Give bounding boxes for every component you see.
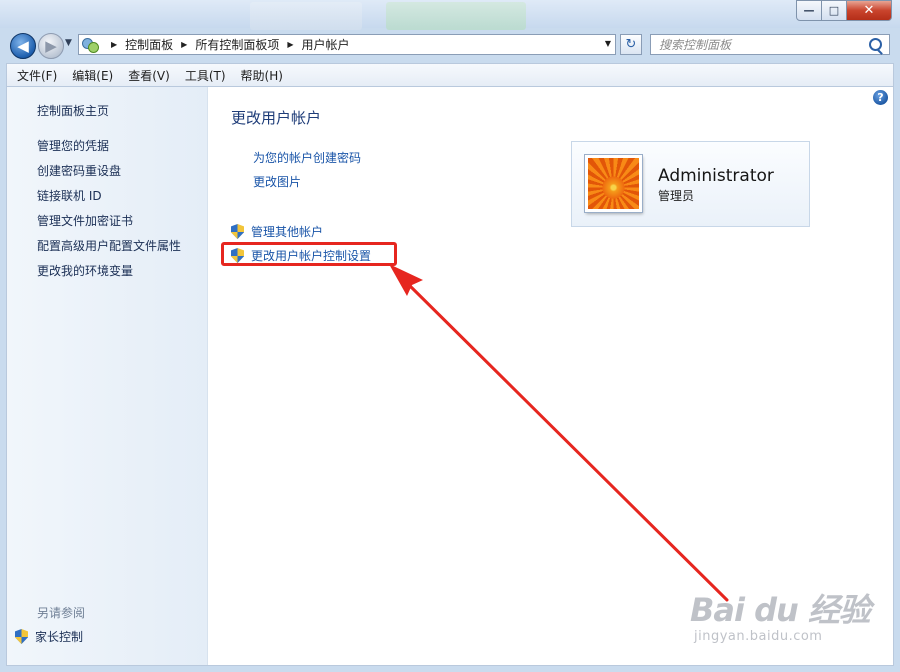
task-label: 管理其他帐户 bbox=[251, 225, 324, 239]
address-bar[interactable]: ▶ 控制面板 ▶ 所有控制面板项 ▶ 用户帐户 ▼ bbox=[78, 34, 616, 55]
sidebar-item-link-online-id[interactable]: 链接联机 ID bbox=[37, 187, 102, 204]
sidebar-item-advanced-profile-properties[interactable]: 配置高级用户配置文件属性 bbox=[37, 237, 181, 254]
menu-bar: 文件(F) 编辑(E) 查看(V) 工具(T) 帮助(H) bbox=[6, 63, 894, 87]
change-picture-link[interactable]: 更改图片 bbox=[253, 173, 301, 190]
user-role: 管理员 bbox=[658, 189, 695, 203]
menu-help[interactable]: 帮助(H) bbox=[236, 67, 288, 84]
maximize-button[interactable]: □ bbox=[822, 0, 847, 21]
background-blur-bar bbox=[250, 2, 362, 30]
breadcrumb-item-control-panel[interactable]: 控制面板 bbox=[125, 36, 173, 53]
sidebar-item-manage-credentials[interactable]: 管理您的凭据 bbox=[37, 137, 109, 154]
control-panel-icon bbox=[82, 37, 99, 53]
search-input[interactable] bbox=[657, 36, 871, 53]
content-area: 控制面板主页 管理您的凭据 创建密码重设盘 链接联机 ID 管理文件加密证书 配… bbox=[6, 87, 894, 666]
create-password-link[interactable]: 为您的帐户创建密码 bbox=[253, 149, 361, 166]
user-name: Administrator bbox=[658, 166, 774, 186]
uac-shield-icon bbox=[15, 629, 28, 644]
title-bar: — □ ✕ bbox=[0, 0, 900, 30]
close-button[interactable]: ✕ bbox=[847, 0, 892, 21]
search-box bbox=[650, 34, 890, 55]
background-blur-bar bbox=[386, 2, 526, 30]
watermark-url: jingyan.baidu.com bbox=[694, 629, 823, 644]
menu-tools[interactable]: 工具(T) bbox=[180, 67, 231, 84]
breadcrumb-separator-icon[interactable]: ▶ bbox=[181, 40, 187, 49]
page-title: 更改用户帐户 bbox=[231, 109, 322, 127]
back-button[interactable]: ◀ bbox=[10, 33, 36, 59]
window-controls: — □ ✕ bbox=[796, 0, 892, 21]
manage-other-accounts-link[interactable]: 管理其他帐户 bbox=[231, 223, 323, 240]
task-sidebar: 控制面板主页 管理您的凭据 创建密码重设盘 链接联机 ID 管理文件加密证书 配… bbox=[7, 87, 208, 665]
menu-view[interactable]: 查看(V) bbox=[123, 67, 175, 84]
address-dropdown-icon[interactable]: ▼ bbox=[605, 39, 611, 48]
user-account-card: Administrator 管理员 bbox=[571, 141, 810, 227]
uac-shield-icon bbox=[231, 224, 244, 239]
recent-pages-button[interactable]: ▼ bbox=[65, 38, 72, 48]
sidebar-item-environment-variables[interactable]: 更改我的环境变量 bbox=[37, 262, 133, 279]
search-icon[interactable] bbox=[869, 38, 882, 51]
navigation-bar: ◀ ▶ ▼ ▶ 控制面板 ▶ 所有控制面板项 ▶ 用户帐户 ▼ ↻ bbox=[0, 30, 900, 60]
breadcrumb-item-all-items[interactable]: 所有控制面板项 bbox=[195, 36, 279, 53]
minimize-button[interactable]: — bbox=[796, 0, 822, 21]
see-also-heading: 另请参阅 bbox=[37, 606, 86, 620]
control-panel-window: — □ ✕ ◀ ▶ ▼ ▶ 控制面板 ▶ 所有控制面板项 ▶ 用户帐户 ▼ ↻ … bbox=[0, 0, 900, 672]
sidebar-item-encryption-certificates[interactable]: 管理文件加密证书 bbox=[37, 212, 133, 229]
sidebar-item-control-panel-home[interactable]: 控制面板主页 bbox=[37, 102, 109, 119]
baidu-jingyan-watermark: Bai du 经验 jingyan.baidu.com bbox=[690, 585, 871, 644]
sidebar-item-password-reset-disk[interactable]: 创建密码重设盘 bbox=[37, 162, 121, 179]
breadcrumb-separator-icon[interactable]: ▶ bbox=[287, 40, 293, 49]
help-icon[interactable]: ? bbox=[873, 90, 888, 105]
menu-file[interactable]: 文件(F) bbox=[12, 67, 62, 84]
breadcrumb-separator-icon[interactable]: ▶ bbox=[111, 40, 117, 49]
sidebar-item-label: 家长控制 bbox=[35, 630, 84, 644]
sidebar-item-parental-controls[interactable]: 家长控制 bbox=[15, 628, 83, 645]
breadcrumb-item-user-accounts[interactable]: 用户帐户 bbox=[302, 36, 350, 53]
user-avatar[interactable] bbox=[585, 155, 642, 212]
annotation-highlight-box bbox=[221, 242, 397, 266]
watermark-logo: Bai du 经验 bbox=[690, 591, 871, 629]
forward-button[interactable]: ▶ bbox=[38, 33, 64, 59]
refresh-button[interactable]: ↻ bbox=[620, 34, 642, 55]
menu-edit[interactable]: 编辑(E) bbox=[67, 67, 118, 84]
